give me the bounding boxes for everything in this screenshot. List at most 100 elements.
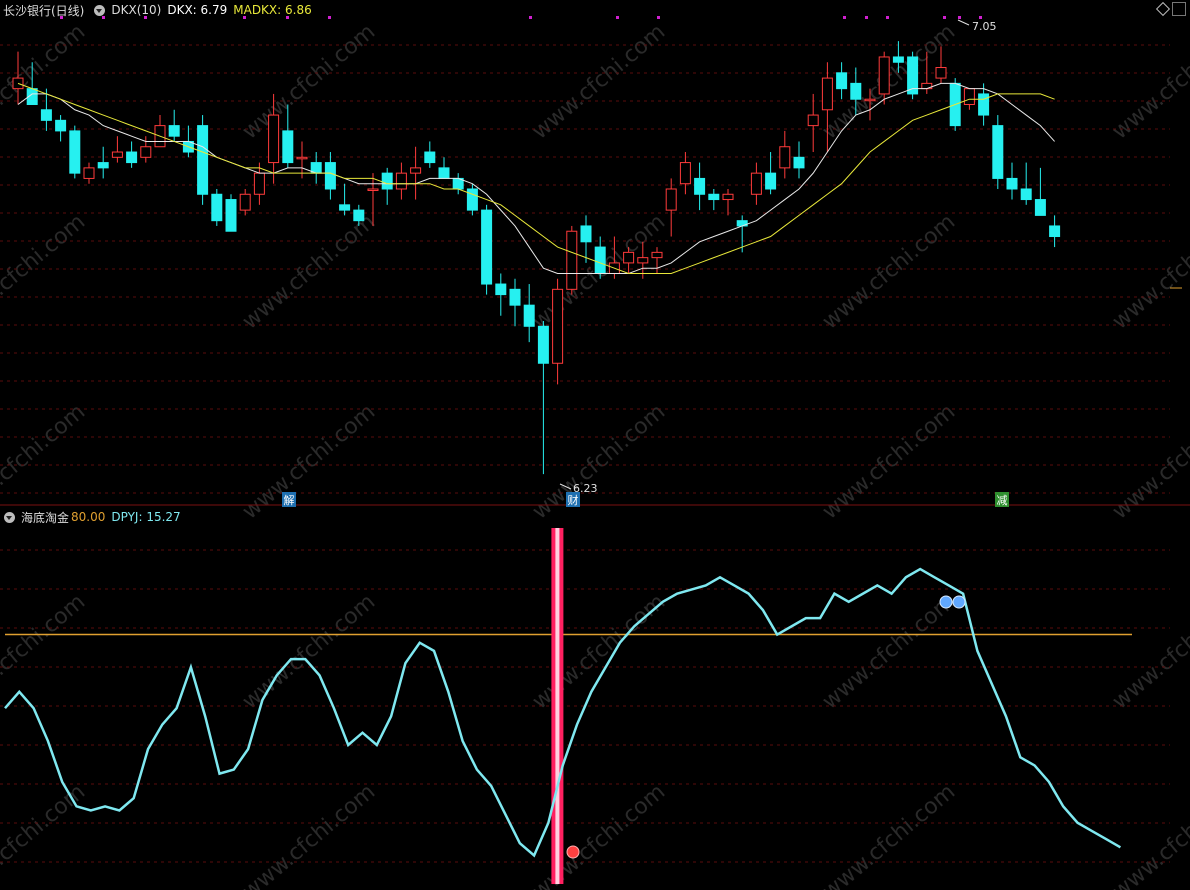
candle-body <box>722 193 734 201</box>
candle-body <box>438 167 450 179</box>
maximize-icon[interactable] <box>1172 2 1186 16</box>
candle-body <box>296 156 308 160</box>
candle-body <box>708 193 720 201</box>
candle-body <box>410 167 422 174</box>
candle-body <box>40 109 52 121</box>
candle-body <box>878 56 890 95</box>
candle-body <box>83 167 95 179</box>
candle-body <box>836 72 848 90</box>
event-marker-label: 减 <box>997 494 1008 507</box>
candle-body <box>367 188 379 191</box>
madkx-value: MADKX: 6.86 <box>233 3 312 17</box>
candle-body <box>537 325 549 364</box>
dkx-line <box>17 82 1055 274</box>
signal-dot <box>865 16 868 19</box>
candle-body <box>963 88 975 105</box>
indicator-dropdown-icon[interactable] <box>94 4 106 16</box>
candle-body <box>978 93 990 116</box>
candle-body <box>140 146 152 158</box>
watermark-text: www.cfchi.com <box>238 779 380 890</box>
signal-dot <box>886 16 889 19</box>
candle-body <box>850 82 862 100</box>
event-marker-label: 财 <box>568 493 579 507</box>
candle-body <box>466 188 478 211</box>
watermark-text: www.cfchi.com <box>528 779 670 890</box>
bottom-panel-header: 海底淘金 80.00 DPYJ: 15.27 <box>0 507 187 527</box>
madkx-line <box>17 82 1055 274</box>
signal-dot <box>943 16 946 19</box>
candle-body <box>324 162 336 190</box>
candle-body <box>225 199 237 232</box>
candle-body <box>268 114 280 164</box>
candle-body <box>381 172 393 190</box>
signal-dot <box>958 16 961 19</box>
watermark-text: www.cfchi.com <box>0 399 90 524</box>
watermark-text: www.cfchi.com <box>818 779 960 890</box>
top-panel-header: 长沙银行(日线) DKX(10) DKX: 6.79 MADKX: 6.86 <box>0 0 318 20</box>
watermark-text: www.cfchi.com <box>818 589 960 714</box>
candle-body <box>793 156 805 169</box>
signal-dot <box>328 16 331 19</box>
candle-body <box>623 251 635 264</box>
candle-body <box>679 162 691 185</box>
candle-body <box>239 193 251 211</box>
watermark-text: www.cfchi.com <box>1108 209 1190 334</box>
candle-body <box>168 125 180 137</box>
candle-body <box>523 304 535 327</box>
candle-body <box>69 130 81 174</box>
sell-dot-icon <box>952 595 966 609</box>
watermark-text: www.cfchi.com <box>1108 19 1190 144</box>
candle-body <box>424 151 436 164</box>
stock-title[interactable]: 长沙银行(日线) <box>3 2 84 19</box>
high-price-label: 7.05 <box>972 20 997 33</box>
watermark-text: www.cfchi.com <box>1108 589 1190 714</box>
buy-dot-icon <box>566 845 580 859</box>
watermark-text: www.cfchi.com <box>818 209 960 334</box>
dpyj-value: DPYJ: 15.27 <box>111 510 181 524</box>
candle-body <box>495 283 507 296</box>
candle-body <box>395 172 407 190</box>
candle-body <box>55 119 67 132</box>
candle-body <box>282 130 294 164</box>
indicator-dropdown-icon[interactable] <box>4 511 15 523</box>
candle-body <box>1034 199 1046 216</box>
bottom-indicator-name[interactable]: 海底淘金 <box>21 509 69 526</box>
candle-body <box>126 151 138 164</box>
candle-body <box>750 172 762 195</box>
watermark-text: www.cfchi.com <box>818 399 960 524</box>
candle-body <box>694 177 706 195</box>
candle-body <box>509 288 521 306</box>
candle-body <box>637 257 649 264</box>
buy-signal-bar-core <box>555 528 560 884</box>
candle-body <box>481 209 493 285</box>
indicator-name[interactable]: DKX(10) <box>111 3 161 17</box>
dkx-value: DKX: 6.79 <box>167 3 228 17</box>
candle-body <box>665 188 677 211</box>
watermark-text: www.cfchi.com <box>238 19 380 144</box>
event-marker-label: 解 <box>284 493 295 507</box>
watermark-text: www.cfchi.com <box>238 209 380 334</box>
candle-body <box>807 114 819 127</box>
candle-body <box>1049 225 1061 238</box>
watermark-text: www.cfchi.com <box>1108 779 1190 890</box>
signal-dot <box>529 16 532 19</box>
chart-canvas[interactable]: www.cfchi.com www.cfchi.com www.cfchi.com w… <box>0 0 1190 890</box>
watermark-text: www.cfchi.com <box>0 779 90 890</box>
watermark-text: www.cfchi.com <box>1108 399 1190 524</box>
signal-dot <box>616 16 619 19</box>
watermark-text: www.cfchi.com <box>528 589 670 714</box>
signal-dot <box>843 16 846 19</box>
watermark-text: www.cfchi.com <box>528 399 670 524</box>
candle-body <box>97 162 109 169</box>
candle-body <box>765 172 777 190</box>
candle-body <box>651 251 663 259</box>
candle-body <box>552 288 564 364</box>
signal-dot <box>979 16 982 19</box>
candle-body <box>864 98 876 102</box>
candle-body <box>197 125 209 195</box>
watermark-text: www.cfchi.com <box>238 399 380 524</box>
signal-dot <box>657 16 660 19</box>
candle-body <box>580 225 592 243</box>
watermark-text: www.cfchi.com <box>0 209 90 334</box>
candle-body <box>1020 188 1032 201</box>
